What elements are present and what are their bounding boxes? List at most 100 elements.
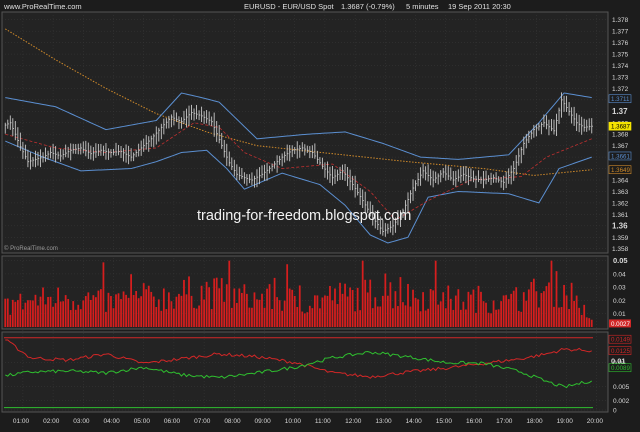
volume-bar (495, 309, 497, 327)
watermark: trading-for-freedom.blogspot.com (197, 208, 411, 224)
volume-bar (251, 307, 253, 327)
volume-bar (263, 307, 266, 327)
volume-value-label: 0.0027 (611, 321, 630, 328)
volume-bar (152, 296, 155, 327)
price-tick-label: 1.374 (612, 63, 629, 70)
volume-bar (538, 307, 540, 327)
volume-bar (303, 313, 306, 327)
volume-bar (505, 295, 508, 327)
volume-bar (246, 293, 248, 327)
time-tick-label: 16:00 (466, 418, 483, 425)
volume-bar (381, 295, 384, 327)
volume-bar (392, 308, 394, 327)
volume-bar (155, 306, 158, 327)
volume-bar (160, 310, 163, 327)
volume-bar (379, 306, 382, 327)
volume-bar (92, 295, 95, 327)
volume-bar (243, 284, 246, 327)
volume-bar (331, 300, 334, 327)
volume-bar (339, 282, 341, 327)
volume-bar (127, 297, 130, 327)
volume-bar (306, 312, 309, 327)
time-tick-label: 12:00 (345, 418, 362, 425)
price-tick-label: 1.375 (612, 52, 629, 59)
volume-bar (82, 300, 85, 327)
volume-bar (311, 308, 314, 327)
volume-bar (402, 302, 404, 327)
brand-label: www.ProRealTime.com (3, 2, 82, 11)
volume-bar (475, 312, 477, 327)
volume-bar (364, 279, 367, 327)
volume-bar (535, 291, 538, 327)
price-tick-label: 1.377 (612, 29, 629, 36)
volume-bar (470, 294, 472, 327)
volume-bar (422, 292, 424, 327)
volume-bar (432, 290, 435, 327)
volume-bar (414, 297, 417, 327)
volume-bar (462, 301, 465, 327)
volume-bar (102, 262, 105, 327)
volume-bar (193, 307, 195, 327)
volume-bar (210, 309, 213, 327)
volume-bar (520, 311, 523, 327)
volume-bar (590, 319, 593, 327)
price-tick-label: 1.367 (612, 143, 629, 150)
volume-bar (230, 307, 233, 327)
price-value-label: 1.3649 (611, 167, 630, 174)
time-tick-label: 04:00 (103, 418, 120, 425)
volume-bar (444, 308, 447, 327)
volume-bar (228, 260, 231, 327)
volume-bar (120, 299, 122, 327)
volume-bar (117, 293, 120, 327)
volume-bar (293, 295, 296, 327)
chart-svg: 1.3781.3771.3761.3751.3741.3731.3721.371… (0, 0, 640, 427)
volume-bar (87, 292, 90, 327)
last-price: 1.3687 (-0.79%) (341, 2, 395, 11)
time-tick-label: 15:00 (436, 418, 453, 425)
volume-bar (399, 277, 402, 327)
volume-bar (344, 283, 346, 327)
volume-bar (515, 287, 518, 327)
time-tick-label: 17:00 (496, 418, 513, 425)
volume-bar (185, 294, 188, 327)
volume-bar (97, 290, 100, 327)
volume-bar (112, 308, 115, 327)
volume-bar (585, 317, 588, 327)
volume-bar (180, 295, 183, 327)
volume-bar (273, 277, 276, 327)
volume-tick-label: 0.01 (613, 311, 626, 318)
volume-bar (286, 264, 289, 327)
volume-bar (354, 311, 357, 327)
volume-bar (37, 305, 39, 327)
volume-bar (21, 309, 24, 327)
price-tick-label: 1.373 (612, 74, 629, 81)
volume-bar (560, 307, 563, 327)
volume-bar (57, 287, 59, 327)
price-tick-label: 1.368 (612, 132, 629, 139)
datetime-label: 19 Sep 2011 20:30 (448, 2, 511, 11)
volume-bar (32, 300, 34, 327)
volume-bar (130, 274, 132, 327)
volume-bar (507, 299, 510, 327)
volume-bar (376, 306, 379, 327)
volume-bar (326, 295, 329, 327)
volume-bar (150, 291, 153, 327)
volume-bar (178, 293, 180, 327)
volume-bar (412, 289, 414, 327)
time-tick-label: 10:00 (285, 418, 302, 425)
volume-bar (42, 287, 44, 327)
volume-bar (135, 291, 138, 327)
volume-bar (69, 310, 72, 327)
volume-bar (397, 306, 399, 327)
volume-bar (555, 271, 558, 327)
price-tick-label: 1.378 (612, 17, 629, 24)
volume-bar (439, 301, 442, 327)
volume-bar (316, 295, 319, 327)
volume-bar (467, 291, 470, 327)
volume-bar (346, 296, 349, 327)
price-tick-label: 1.36 (612, 221, 628, 230)
volume-bar (341, 293, 344, 327)
price-value-label: 1.3661 (611, 153, 630, 160)
volume-bar (261, 293, 263, 327)
volume-bar (298, 285, 301, 327)
